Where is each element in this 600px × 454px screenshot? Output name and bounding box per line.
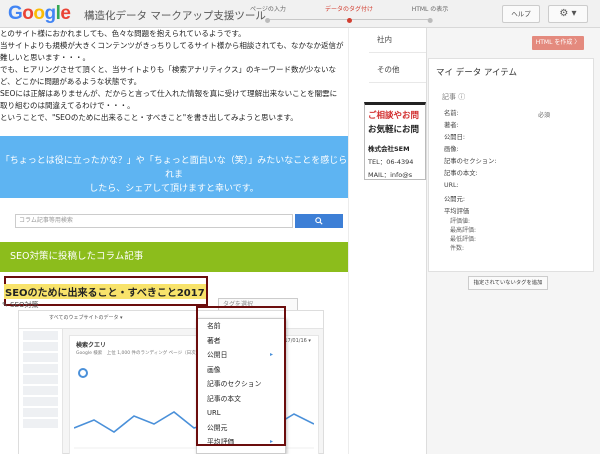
menu-item-image[interactable]: 画像 xyxy=(197,363,285,378)
logo-letter: g xyxy=(44,3,57,24)
search-button[interactable] xyxy=(295,214,343,228)
tag-context-menu: 名前 著者 公開日 ▸ 画像 記事のセクション 記事の本文 URL 公開元 平均評… xyxy=(196,318,286,454)
article-category: ✎ SEO対策 xyxy=(2,300,39,310)
contact-box: ご相談やお問 お気軽にお問 株式会社SEM TEL：06-4394 MAIL：i… xyxy=(364,102,426,180)
screenshot-sidebar xyxy=(19,329,63,454)
page-sidebar: 社内 その他 xyxy=(348,28,427,454)
column-section-heading: SEO対策に投稿したコラム記事 xyxy=(0,242,348,272)
gear-icon: ⚙ ▾ xyxy=(559,8,577,19)
sidebar-item-other[interactable]: その他 xyxy=(377,64,400,75)
logo-letter: G xyxy=(8,3,23,24)
menu-item-label: URL xyxy=(207,409,221,417)
menu-item-label: 公開日 xyxy=(207,351,228,359)
share-banner-line: したら、シェアして頂けますと幸いです。 xyxy=(89,184,259,194)
submenu-arrow-icon: ▸ xyxy=(269,438,273,445)
contact-mail: MAIL：info@s xyxy=(368,171,413,179)
menu-item-average-rating[interactable]: 平均評価 ▸ xyxy=(197,435,285,450)
step-label: ページの入力 xyxy=(250,6,286,13)
paragraph-line: 難しいと思います・・・。 xyxy=(0,53,90,62)
subfield-rating-count[interactable]: 件数: xyxy=(450,243,464,252)
menu-item-article-section[interactable]: 記事のセクション xyxy=(197,377,285,392)
field-image[interactable]: 画像: xyxy=(444,144,459,153)
paragraph-line: ど、どこかに問題があるような状態です。 xyxy=(0,77,142,86)
paragraph-line: とのサイト様におかれましても、色々な問題を抱えられているようです。 xyxy=(0,29,246,38)
contact-tel: TEL：06-4394 xyxy=(368,158,414,166)
tag-icon: ✎ xyxy=(2,301,8,309)
subfield-best-rating[interactable]: 最高評価: xyxy=(450,225,476,234)
paragraph-line: でも、ヒアリングさせて頂くと、当サイトよりも「検索アナリティクス」のキーワード数… xyxy=(0,65,336,74)
menu-item-label: 画像 xyxy=(207,365,221,374)
article-title[interactable]: SEOのために出来ること・すべきこと2017 xyxy=(4,284,206,299)
menu-item-publisher[interactable]: 公開元 xyxy=(197,421,285,436)
intro-paragraph: とのサイト様におかれましても、色々な問題を抱えられているようです。 当サイトより… xyxy=(0,28,346,124)
step-tagging[interactable]: データのタグ付け xyxy=(325,4,373,23)
step-label: データのタグ付け xyxy=(324,6,374,13)
step-dot xyxy=(265,18,271,23)
contact-line2: お気軽にお問 xyxy=(368,125,420,135)
search-icon xyxy=(315,216,323,225)
field-average-rating[interactable]: 平均評価 xyxy=(444,206,469,215)
menu-item-url[interactable]: URL xyxy=(197,406,285,421)
screenshot-panel-title: 検索クエリ xyxy=(76,342,107,349)
app-title: 構造化データ マークアップ支援ツール xyxy=(84,10,266,22)
google-logo: Google xyxy=(8,3,71,25)
top-bar: Google 構造化データ マークアップ支援ツール ページの入力 データのタグ付… xyxy=(0,0,600,28)
article-category-label: SEO対策 xyxy=(10,301,39,309)
menu-item-article-body[interactable]: 記事の本文 xyxy=(197,392,285,407)
data-items-title: マイ データ アイテム xyxy=(436,68,518,78)
add-missing-tags-button[interactable]: 指定されていないタグを追加 xyxy=(468,276,548,290)
field-author[interactable]: 著者: xyxy=(444,120,459,129)
progress-steps: ページの入力 データのタグ付け HTML の表示 xyxy=(250,4,448,24)
menu-item-label: 記事の本文 xyxy=(207,394,241,403)
submenu-arrow-icon: ▸ xyxy=(269,351,273,358)
menu-item-name[interactable]: 名前 xyxy=(197,319,285,334)
field-name[interactable]: 名前: xyxy=(444,108,459,117)
sidebar-item-in-house[interactable]: 社内 xyxy=(377,34,392,45)
screenshot-panel-sub: Google 検索 上位 1,000 件のランディング ページ（日次） xyxy=(76,351,201,356)
settings-gear-button[interactable]: ⚙ ▾ xyxy=(548,5,588,23)
page-preview: とのサイト様におかれましても、色々な問題を抱えられているようです。 当サイトより… xyxy=(0,28,348,454)
paragraph-line: 取り組むのは間違えてるわけで・・・。 xyxy=(0,101,135,110)
article-section-title: 記事 ⓘ xyxy=(442,93,466,101)
required-label: 必須 xyxy=(538,112,551,119)
step-view-html[interactable]: HTML の表示 xyxy=(411,4,449,23)
field-article-body[interactable]: 記事の本文: xyxy=(444,168,478,177)
logo-letter: e xyxy=(60,3,71,24)
step-label: HTML の表示 xyxy=(411,6,449,13)
menu-item-label: 記事のセクション xyxy=(207,380,262,388)
menu-item-published-date[interactable]: 公開日 ▸ xyxy=(197,348,285,363)
paragraph-line: ということで、"SEOのために出来ること・すべきこと"を書き出してみようと思いま… xyxy=(0,113,298,122)
menu-item-author[interactable]: 著者 xyxy=(197,334,285,349)
field-url[interactable]: URL: xyxy=(444,182,459,189)
logo-letter: o xyxy=(33,3,45,24)
field-article-section[interactable]: 記事のセクション: xyxy=(444,156,497,165)
field-publisher[interactable]: 公開元: xyxy=(444,194,465,203)
sidebar-divider xyxy=(369,82,427,83)
screenshot-metric-icon xyxy=(78,368,88,378)
step-dot xyxy=(427,18,433,23)
logo-letter: o xyxy=(22,3,34,24)
menu-item-label: 著者 xyxy=(207,336,221,345)
paragraph-line: 当サイトよりも規模が大きくコンテンツがきっちりしてるサイト様から相談されても、な… xyxy=(0,41,344,50)
subfield-rating-value[interactable]: 評価値: xyxy=(450,216,470,225)
share-banner-line: 「ちょっとは役に立ったかな？」や「ちょっと面白いな（笑）」みたいなことを感じられ… xyxy=(0,156,348,180)
share-banner: 「ちょっとは役に立ったかな？」や「ちょっと面白いな（笑）」みたいなことを感じられ… xyxy=(0,136,348,198)
create-html-button[interactable]: HTML を作成 〉 xyxy=(532,36,584,50)
step-dot xyxy=(346,18,352,23)
paragraph-line: SEOには正解はありませんが、だからと言って仕入れた情報を真に受けて理解出来ない… xyxy=(0,89,338,98)
subfield-worst-rating[interactable]: 最低評価: xyxy=(450,234,476,243)
menu-item-label: 名前 xyxy=(207,322,221,330)
column-search-input[interactable]: コラム記事等用検索 xyxy=(15,214,293,228)
contact-line1: ご相談やお問 xyxy=(368,111,420,121)
contact-company: 株式会社SEM xyxy=(368,145,410,153)
step-input-page[interactable]: ページの入力 xyxy=(250,4,286,23)
sidebar-divider xyxy=(369,52,427,53)
help-button[interactable]: ヘルプ xyxy=(502,5,540,23)
field-published-date[interactable]: 公開日: xyxy=(444,132,465,141)
menu-item-label: 平均評価 xyxy=(207,438,235,446)
menu-item-label: 公開元 xyxy=(207,423,228,432)
